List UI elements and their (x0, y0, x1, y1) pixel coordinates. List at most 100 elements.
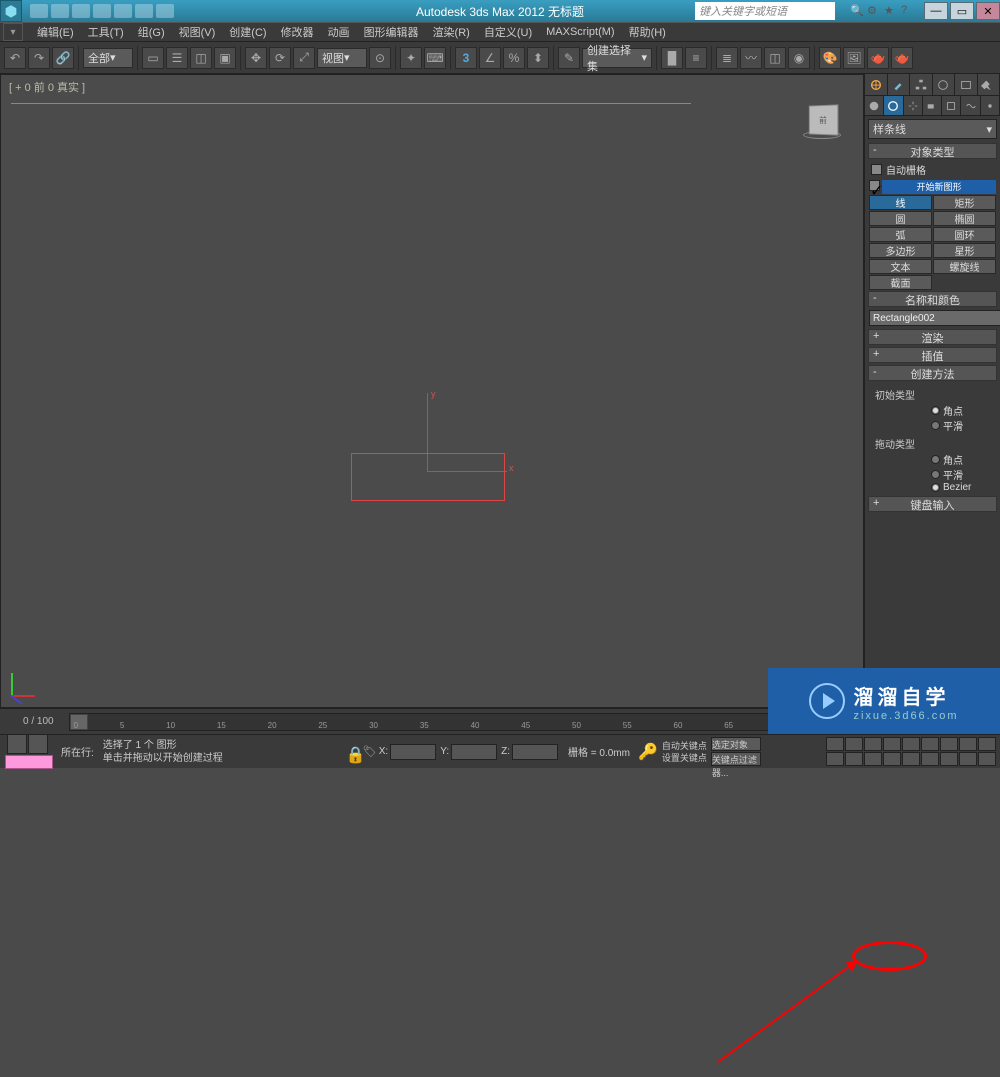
menu-view[interactable]: 视图(V) (172, 24, 223, 40)
nav-zoom-icon[interactable] (940, 737, 958, 751)
search-input[interactable]: 键入关键字或短语 (695, 2, 835, 20)
play-start-icon[interactable] (826, 737, 844, 751)
play-end-icon[interactable] (902, 737, 920, 751)
rectangle-object[interactable] (351, 453, 505, 501)
link-icon[interactable]: 🔗 (52, 47, 74, 69)
star-button[interactable]: 星形 (933, 243, 996, 258)
pivot-icon[interactable]: ⊙ (369, 47, 391, 69)
geometry-subtab-icon[interactable] (865, 96, 884, 115)
qat-icon[interactable]: ★ (884, 4, 898, 18)
nav-fov-icon[interactable] (978, 737, 996, 751)
rotate-icon[interactable]: ⟳ (269, 47, 291, 69)
scale-icon[interactable]: ⤢ (293, 47, 315, 69)
status-btn[interactable] (28, 734, 48, 754)
material-icon[interactable]: ◉ (788, 47, 810, 69)
cameras-subtab-icon[interactable] (923, 96, 942, 115)
spinner-snap-icon[interactable]: ⬍ (527, 47, 549, 69)
redo-icon[interactable]: ↷ (28, 47, 50, 69)
percent-snap-icon[interactable]: % (503, 47, 525, 69)
menu-customize[interactable]: 自定义(U) (477, 24, 539, 40)
nav-icon[interactable] (845, 752, 863, 766)
utilities-tab-icon[interactable] (978, 74, 1000, 95)
nav-icon[interactable] (978, 752, 996, 766)
window-crossing-icon[interactable]: ▣ (214, 47, 236, 69)
curve-editor-icon[interactable]: 〰 (740, 47, 762, 69)
y-coord-input[interactable] (451, 744, 497, 760)
move-icon[interactable]: ✥ (245, 47, 267, 69)
menu-render[interactable]: 渲染(R) (426, 24, 477, 40)
menu-animation[interactable]: 动画 (321, 24, 357, 40)
nav-icon[interactable] (902, 752, 920, 766)
line-button[interactable]: 线 (869, 195, 932, 210)
nav-zoomext-icon[interactable] (959, 737, 977, 751)
rollout-interp[interactable]: +插值 (868, 347, 997, 363)
menu-create[interactable]: 创建(C) (222, 24, 273, 40)
filter-dropdown[interactable]: 全部▾ (83, 48, 133, 68)
menu-group[interactable]: 组(G) (131, 24, 172, 40)
render-setup-icon[interactable]: 🎨 (819, 47, 841, 69)
autokey-button[interactable]: 自动关键点 (662, 740, 707, 752)
menu-edit[interactable]: 编辑(E) (30, 24, 81, 40)
x-coord-input[interactable] (390, 744, 436, 760)
render-icon[interactable]: 🫖 (867, 47, 889, 69)
select-icon[interactable]: ▭ (142, 47, 164, 69)
hierarchy-tab-icon[interactable] (910, 74, 933, 95)
section-button[interactable]: 截面 (869, 275, 932, 290)
rollout-keyboard[interactable]: +键盘输入 (868, 496, 997, 512)
text-button[interactable]: 文本 (869, 259, 932, 274)
app-menu-icon[interactable]: ▾ (3, 23, 23, 41)
qat-icon[interactable]: 🔍 (850, 4, 864, 18)
object-name-input[interactable] (869, 310, 1000, 326)
nav-maximize-icon[interactable] (940, 752, 958, 766)
manipulate-icon[interactable]: ✦ (400, 47, 422, 69)
select-name-icon[interactable]: ☰ (166, 47, 188, 69)
timeconf-icon[interactable] (826, 752, 844, 766)
rollout-render[interactable]: +渲染 (868, 329, 997, 345)
arc-button[interactable]: 弧 (869, 227, 932, 242)
lock-icon[interactable]: 🔒 (346, 745, 360, 759)
menu-help[interactable]: 帮助(H) (622, 24, 673, 40)
type-dropdown[interactable]: 样条线▾ (868, 119, 997, 139)
donut-button[interactable]: 圆环 (933, 227, 996, 242)
key-icon[interactable]: 🔑 (638, 742, 658, 762)
drag-bezier-radio[interactable]: Bezier (877, 482, 988, 493)
keyboard-icon[interactable]: ⌨ (424, 47, 446, 69)
setkey-button[interactable]: 设置关键点 (662, 752, 707, 764)
named-sel-dropdown[interactable]: 创建选择集▾ (582, 48, 652, 68)
motion-tab-icon[interactable] (933, 74, 956, 95)
viewport-label[interactable]: [ + 0 前 0 真实 ] (9, 79, 85, 95)
rendered-frame-icon[interactable]: 🖼 (843, 47, 865, 69)
drag-corner-radio[interactable]: 角点 (877, 452, 988, 467)
lights-subtab-icon[interactable] (904, 96, 923, 115)
play-next-icon[interactable] (883, 737, 901, 751)
keyfilter-button[interactable]: 关键点过滤器... (711, 752, 761, 766)
select-region-icon[interactable]: ◫ (190, 47, 212, 69)
nav-orbit-icon[interactable] (921, 752, 939, 766)
startnew-button[interactable]: 开始新图形 (882, 180, 996, 194)
z-coord-input[interactable] (512, 744, 558, 760)
nav-icon[interactable] (883, 752, 901, 766)
nav-icon[interactable] (959, 752, 977, 766)
shapes-subtab-icon[interactable] (884, 96, 903, 115)
rectangle-button[interactable]: 矩形 (933, 195, 996, 210)
qat-icon[interactable]: ⚙ (867, 4, 881, 18)
startnew-checkbox[interactable]: ✓ (869, 180, 880, 191)
autogrid-checkbox[interactable]: 自动栅格 (871, 162, 994, 177)
play-prev-icon[interactable] (845, 737, 863, 751)
schematic-icon[interactable]: ◫ (764, 47, 786, 69)
viewcube[interactable]: 前 (803, 105, 843, 145)
align-icon[interactable]: ≡ (685, 47, 707, 69)
display-tab-icon[interactable] (955, 74, 978, 95)
mirror-icon[interactable]: ▐▌ (661, 47, 683, 69)
circle-button[interactable]: 圆 (869, 211, 932, 226)
nav-icon[interactable] (864, 752, 882, 766)
menu-graph[interactable]: 图形编辑器 (357, 24, 426, 40)
initial-corner-radio[interactable]: 角点 (877, 403, 988, 418)
helpers-subtab-icon[interactable] (942, 96, 961, 115)
ngon-button[interactable]: 多边形 (869, 243, 932, 258)
rollout-objtype[interactable]: -对象类型 (868, 143, 997, 159)
menu-maxscript[interactable]: MAXScript(M) (539, 26, 621, 38)
minimize-button[interactable]: — (924, 2, 948, 20)
ellipse-button[interactable]: 椭圆 (933, 211, 996, 226)
helix-button[interactable]: 螺旋线 (933, 259, 996, 274)
